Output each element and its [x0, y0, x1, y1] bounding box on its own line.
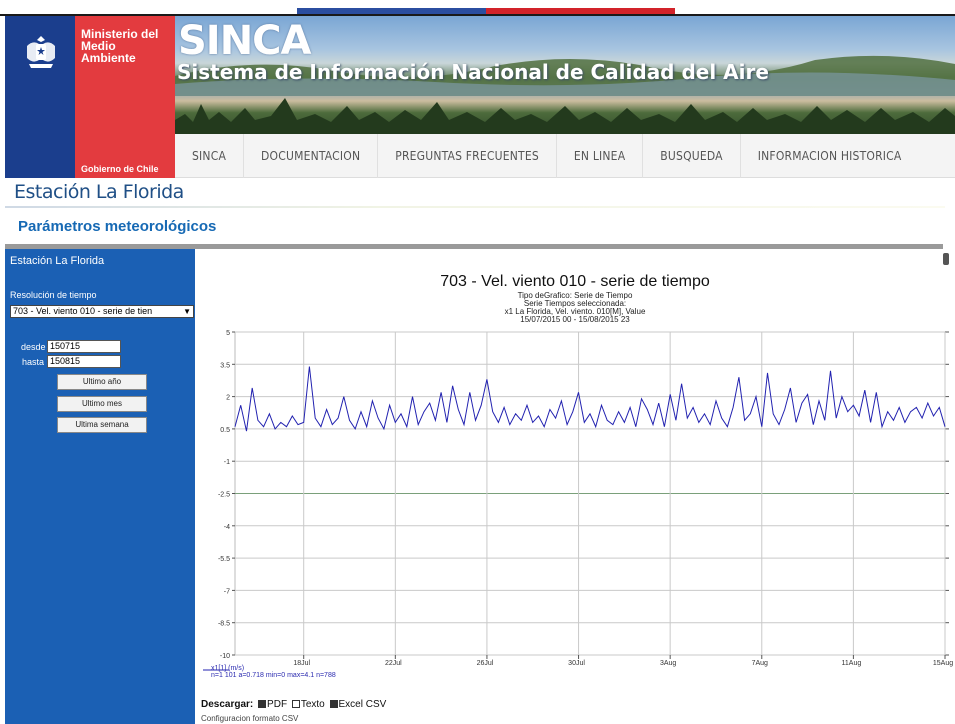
sinca-subtitle: Sistema de Información Nacional de Calid… — [177, 60, 769, 84]
x-tick-label: 11Aug — [842, 660, 862, 667]
download-row: Descargar: PDF Texto Excel CSV — [201, 699, 386, 710]
last-year-button[interactable]: Ultimo año — [57, 374, 147, 390]
pdf-checkbox[interactable] — [258, 700, 267, 709]
nav-item-preguntas-frecuentes[interactable]: PREGUNTAS FRECUENTES — [378, 133, 557, 178]
series-select[interactable]: 703 - Vel. viento 010 - serie de tien ▼ — [10, 305, 194, 318]
y-tick-label: -8.5 — [218, 621, 230, 628]
sinca-logo-title: SINCA — [178, 18, 311, 64]
chevron-down-icon: ▼ — [183, 307, 191, 316]
y-tick-label: -5.5 — [218, 556, 230, 563]
site-header: Ministerio del Medio Ambiente Gobierno d… — [0, 16, 955, 178]
chart-area: 703 - Vel. viento 010 - serie de tiempo … — [195, 249, 955, 724]
nav-item-informacion-historica[interactable]: INFORMACION HISTORICA — [741, 134, 919, 178]
sinca-page: Ministerio del Medio Ambiente Gobierno d… — [0, 0, 955, 724]
texto-checkbox[interactable] — [291, 700, 300, 709]
y-tick-label: 0.5 — [220, 427, 230, 434]
series-line — [234, 366, 946, 432]
nav-item-sinca[interactable]: SINCA — [175, 133, 245, 178]
series-select-value: 703 - Vel. viento 010 - serie de tien — [13, 306, 153, 316]
last-week-button[interactable]: Ultima semana — [57, 417, 147, 433]
legend-series-stats: n=1 101 a=0.718 min=0 max=4.1 n=788 — [211, 672, 336, 679]
legend-series-name: x1[1] (m/s) — [211, 665, 245, 672]
resolution-label: Resolución de tiempo — [10, 290, 97, 300]
gobierno-label: Gobierno de Chile — [81, 164, 159, 174]
y-tick-label: -2.5 — [218, 492, 230, 499]
y-tick-label: 3.5 — [220, 362, 230, 369]
x-tick-label: 18Jul — [293, 660, 310, 667]
panel-title: Estación La Florida — [10, 255, 105, 267]
page-title: Estación La Florida — [14, 181, 184, 203]
y-tick-label: 2 — [226, 395, 230, 402]
download-label: Descargar: — [201, 699, 254, 710]
nav-item-documentacion[interactable]: DOCUMENTACION — [244, 133, 379, 178]
banner-trees-image — [175, 98, 955, 134]
title-divider — [5, 206, 945, 208]
nav-item-en-linea[interactable]: EN LINEA — [557, 133, 644, 178]
query-panel: Estación La Florida Resolución de tiempo… — [5, 249, 195, 724]
y-tick-label: -7 — [224, 588, 230, 595]
last-month-button[interactable]: Ultimo mes — [57, 396, 147, 412]
chile-crest-icon — [27, 36, 55, 68]
hasta-input[interactable]: 150815 — [47, 355, 121, 368]
pdf-link[interactable]: PDF — [267, 699, 287, 710]
x-tick-label: 3Aug — [660, 660, 676, 667]
desde-label: desde — [21, 342, 46, 352]
y-tick-label: -1 — [224, 459, 230, 466]
ministry-block[interactable]: Ministerio del Medio Ambiente Gobierno d… — [75, 16, 175, 178]
time-series-chart: 5 3.5 2 0.5 -1 -2.5 -4 -5.5 -7 -8.5 -10 18Jul 22Jul 2… — [203, 330, 953, 671]
header-banner: SINCA Sistema de Información Nacional de… — [175, 16, 955, 134]
main-nav: SINCA DOCUMENTACION PREGUNTAS FRECUENTES… — [175, 133, 955, 178]
y-tick-label: -10 — [220, 653, 230, 660]
texto-link[interactable]: Texto — [301, 699, 325, 710]
excel-checkbox[interactable] — [329, 700, 338, 709]
y-tick-label: 5 — [226, 330, 230, 337]
x-tick-label: 15Aug — [933, 660, 953, 667]
excel-link[interactable]: Excel CSV — [339, 699, 387, 710]
section-title: Parámetros meteorológicos — [18, 218, 217, 235]
nav-item-busqueda[interactable]: BUSQUEDA — [643, 133, 741, 178]
y-tick-label: -4 — [224, 524, 230, 531]
gov-logo-block[interactable] — [5, 16, 75, 178]
x-tick-label: 7Aug — [752, 660, 768, 667]
x-tick-label: 22Jul — [385, 660, 402, 667]
ministry-name: Ministerio del Medio Ambiente — [81, 27, 159, 65]
x-tick-label: 30Jul — [568, 660, 585, 667]
desde-input[interactable]: 150715 — [47, 340, 121, 353]
x-tick-label: 26Jul — [477, 660, 494, 667]
csv-config-link[interactable]: Configuracion formato CSV — [201, 714, 298, 723]
hasta-label: hasta — [22, 357, 45, 367]
